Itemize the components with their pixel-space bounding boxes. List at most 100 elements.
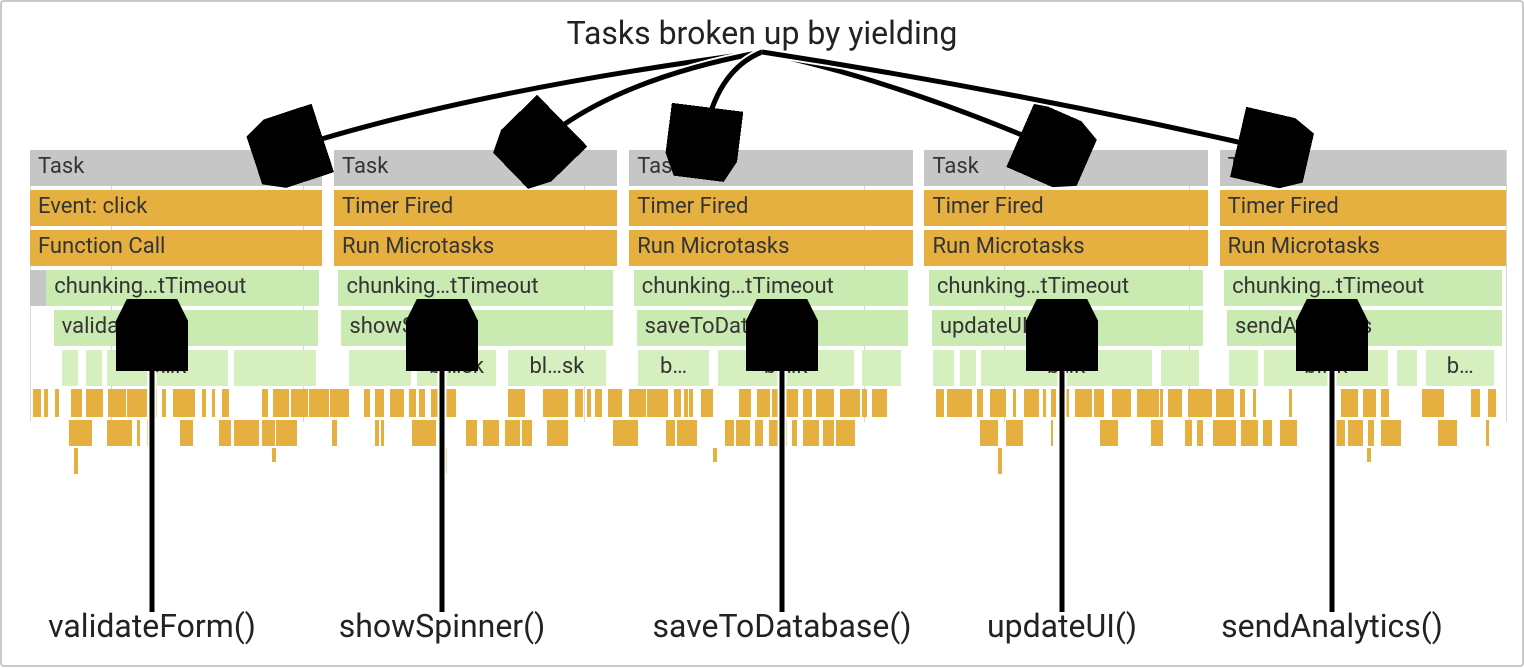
flame-segment: [148, 389, 157, 417]
bottom-label: showSpinner(): [339, 607, 545, 645]
flame-segment: [234, 350, 317, 386]
flame-segment: [1289, 389, 1292, 417]
flame-segment: [1137, 389, 1159, 417]
flame-segment: [701, 389, 713, 417]
flame-segment: [613, 420, 638, 446]
flame-segment: [608, 389, 622, 417]
flame-segment: [1367, 448, 1371, 462]
flame-segment: [1168, 389, 1182, 417]
row-tiny2: [30, 418, 1506, 448]
row-tail: [30, 448, 1506, 498]
flame-segment: b…: [1426, 350, 1494, 386]
flame-chart: TaskTaskTaskTaskTask Event: clickTimer F…: [30, 150, 1506, 508]
flame-segment: Timer Fired: [924, 190, 1207, 226]
flame-segment: [933, 350, 954, 386]
flame-segment: [332, 420, 337, 446]
flame-segment: [785, 420, 787, 446]
flame-segment: [1075, 389, 1092, 417]
flame-segment: [272, 448, 276, 462]
flame-segment: [33, 389, 41, 417]
flame-segment: [1422, 389, 1443, 417]
flame-segment: [107, 420, 131, 446]
bottom-label: validateForm(): [48, 607, 256, 645]
flame-segment: [108, 389, 126, 417]
flame-segment: [713, 448, 717, 462]
flame-segment: [1330, 420, 1346, 446]
flame-segment: [998, 448, 1002, 474]
flame-segment: [1381, 420, 1401, 446]
flame-segment: [137, 420, 140, 446]
flame-segment: [508, 389, 525, 417]
flame-segment: [505, 420, 520, 446]
flame-segment: Run Microtasks: [334, 230, 617, 266]
flame-segment: [1348, 420, 1363, 446]
flame-segment: [1112, 389, 1131, 417]
flame-segment: [757, 389, 771, 417]
flame-segment: [74, 448, 78, 474]
flame-segment: [55, 389, 59, 417]
flame-segment: [522, 420, 532, 446]
flame-segment: [390, 389, 404, 417]
flame-segment: [147, 420, 150, 446]
flame-segment: [127, 389, 147, 417]
flame-segment: [543, 389, 568, 417]
flame-segment: [1151, 420, 1163, 446]
flame-segment: [947, 389, 973, 417]
flame-segment: [483, 420, 499, 446]
flame-segment: [803, 389, 811, 417]
flame-segment: [375, 420, 379, 446]
flame-segment: [872, 389, 887, 417]
flame-segment: [1240, 389, 1245, 417]
flame-segment: [980, 420, 998, 446]
bottom-label: sendAnalytics(): [1221, 607, 1443, 645]
flame-segment: [1051, 389, 1057, 417]
flame-segment: [840, 389, 860, 417]
flame-segment: [862, 350, 900, 386]
row-chunk: chunking…tTimeout chunking…tTimeout chunki…: [30, 270, 1506, 306]
flame-segment: sendAnalytics: [1227, 310, 1502, 346]
flame-segment: [792, 420, 797, 446]
flame-segment: [936, 389, 944, 417]
flame-segment: [1024, 389, 1039, 417]
flame-segment: validateForm: [54, 310, 318, 346]
flame-segment: chunking…tTimeout: [929, 270, 1204, 306]
flame-segment: chunking…tTimeout: [46, 270, 319, 306]
flame-segment: b…k: [107, 350, 228, 386]
flame-segment: [769, 420, 783, 446]
flame-segment: [836, 420, 855, 446]
row-blk: b…kbl…skbl…skb…bl…kb…kbl…kb…: [30, 350, 1506, 386]
flame-segment: [1051, 420, 1054, 446]
flame-segment: [212, 389, 215, 417]
flame-segment: [1006, 420, 1024, 446]
row-user: validateFormshowSpinnersaveToDatabaseupd…: [30, 310, 1506, 346]
flame-segment: [816, 389, 833, 417]
flame-segment: [595, 389, 603, 417]
flame-segment: [309, 389, 329, 417]
flame-segment: [674, 389, 680, 417]
flame-segment: [364, 389, 370, 417]
flame-segment: [1363, 389, 1376, 417]
flame-segment: [44, 389, 48, 417]
flame-segment: [62, 350, 78, 386]
flame-segment: [409, 389, 416, 417]
flame-segment: [330, 389, 349, 417]
flame-segment: [823, 420, 835, 446]
flame-segment: Run Microtasks: [924, 230, 1207, 266]
flame-segment: [173, 389, 194, 417]
flame-segment: [647, 389, 668, 417]
row-tiny1: [30, 388, 1506, 418]
flame-segment: chunking…tTimeout: [634, 270, 909, 306]
flame-segment: [349, 350, 411, 386]
diagram-title: Tasks broken up by yielding: [567, 14, 958, 52]
flame-segment: bl…sk: [417, 350, 497, 386]
flame-segment: [689, 389, 693, 417]
flame-segment: [587, 389, 592, 417]
flame-segment: [443, 448, 447, 474]
flame-segment: [1188, 389, 1212, 417]
flame-segment: [262, 389, 268, 417]
flame-segment: [71, 389, 82, 417]
flame-segment: Timer Fired: [1220, 190, 1506, 226]
flame-segment: [1328, 389, 1336, 417]
flame-segment: [1280, 420, 1298, 446]
flame-segment: [977, 389, 983, 417]
